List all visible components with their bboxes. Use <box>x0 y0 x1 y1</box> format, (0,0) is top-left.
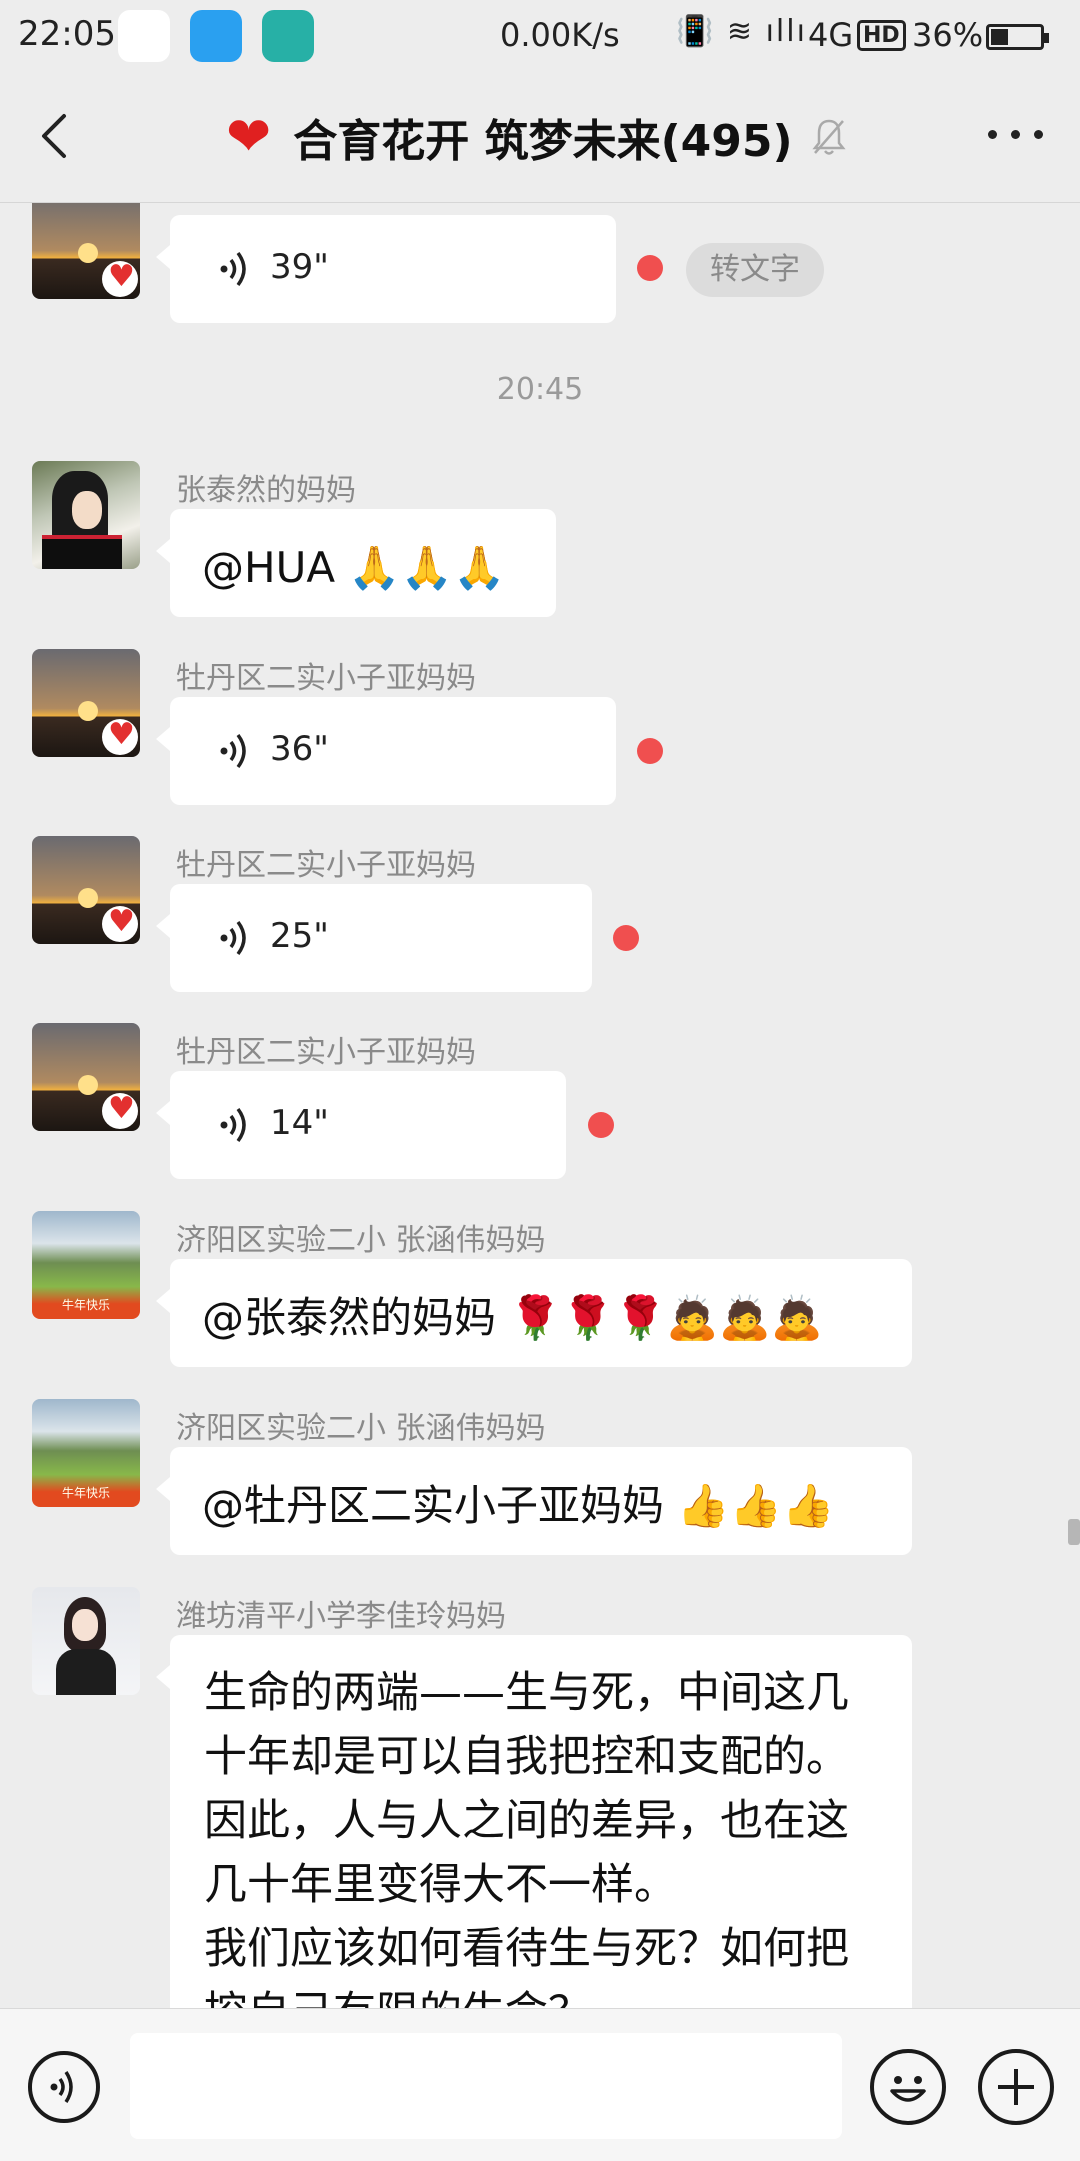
input-bar <box>0 2008 1080 2161</box>
emoji-button[interactable] <box>870 2049 946 2125</box>
network-type: 4G <box>808 16 854 54</box>
message-line: 十年却是可以自我把控和支配的。 <box>204 1732 849 1782</box>
more-options-icon[interactable] <box>986 124 1046 144</box>
timestamp: 20:45 <box>496 372 584 407</box>
voice-duration: 14" <box>270 1103 329 1143</box>
unread-dot <box>613 925 639 951</box>
message-line: 生命的两端——生与死，中间这几 <box>204 1668 849 1718</box>
convert-to-text-button[interactable]: 转文字 <box>686 243 824 297</box>
signal-icons: 📳 ≋ ıllı <box>676 14 807 49</box>
message-input[interactable] <box>130 2033 842 2139</box>
sender-name: 牡丹区二实小子亚妈妈 <box>176 661 476 696</box>
scanner-app-icon <box>262 10 314 62</box>
avatar[interactable]: 牛年快乐 <box>32 1399 140 1507</box>
battery-icon <box>986 24 1049 50</box>
sender-name: 济阳区实验二小 张涵伟妈妈 <box>176 1411 546 1446</box>
unread-dot <box>588 1112 614 1138</box>
avatar[interactable]: 牛年快乐 <box>32 1211 140 1319</box>
voice-duration: 25" <box>270 916 329 956</box>
heart-icon: ❤ <box>226 105 272 168</box>
voice-wave-icon <box>220 733 246 769</box>
avatar[interactable] <box>32 1587 140 1695</box>
network-speed: 0.00K/s <box>500 16 620 54</box>
sender-name: 潍坊清平小学李佳玲妈妈 <box>176 1599 506 1634</box>
avatar[interactable] <box>32 1023 140 1131</box>
title-wrap: ❤ 合育花开 筑梦未来(495) <box>226 102 847 172</box>
browser-app-icon <box>118 10 170 62</box>
text-message[interactable]: @张泰然的妈妈 🌹🌹🌹🙇🙇🙇 <box>156 1259 912 1367</box>
text-message[interactable]: 生命的两端——生与死，中间这几 十年却是可以自我把控和支配的。 因此，人与人之间… <box>156 1635 912 2008</box>
weather-app-icon <box>190 10 242 62</box>
voice-wave-icon <box>220 1107 246 1143</box>
sender-name: 牡丹区二实小子亚妈妈 <box>176 848 476 883</box>
avatar[interactable] <box>32 836 140 944</box>
message-line: 控自己有限的生命？ <box>204 1981 880 2008</box>
text-message[interactable]: @牡丹区二实小子亚妈妈 👍👍👍 <box>156 1447 912 1555</box>
avatar[interactable] <box>32 461 140 569</box>
text-message[interactable]: @HUA 🙏🙏🙏 <box>156 509 556 617</box>
message-list[interactable]: 39" 转文字 20:45 张泰然的妈妈 @HUA 🙏🙏🙏 牡丹区二实小子亚妈妈… <box>0 203 1080 2008</box>
unread-dot <box>637 255 663 281</box>
voice-duration: 36" <box>270 729 329 769</box>
voice-message[interactable]: 39" <box>156 215 616 323</box>
voice-duration: 39" <box>270 247 329 287</box>
group-title[interactable]: 合育花开 筑梦未来(495) <box>293 105 792 169</box>
avatar-caption: 牛年快乐 <box>61 1486 110 1500</box>
sender-name: 张泰然的妈妈 <box>176 473 356 508</box>
status-bar: 22:05 0.00K/s 📳 ≋ ıllı 4G HD 36% <box>0 0 1080 72</box>
scrollbar-thumb[interactable] <box>1068 1519 1080 1545</box>
message-line: 几十年里变得大不一样。 <box>204 1860 677 1910</box>
avatar[interactable] <box>32 203 140 299</box>
avatar[interactable] <box>32 649 140 757</box>
plus-icon <box>998 2069 1034 2105</box>
voice-wave-icon <box>50 2071 73 2103</box>
voice-message[interactable]: 14" <box>156 1071 566 1179</box>
more-actions-button[interactable] <box>978 2049 1054 2125</box>
status-time: 22:05 <box>18 14 116 54</box>
message-line: 因此，人与人之间的差异，也在这 <box>204 1796 849 1846</box>
battery-percent: 36% <box>912 16 984 54</box>
sender-name: 牡丹区二实小子亚妈妈 <box>176 1035 476 1070</box>
unread-dot <box>637 738 663 764</box>
avatar-caption: 牛年快乐 <box>61 1298 110 1312</box>
battery-level <box>991 29 1008 45</box>
voice-message[interactable]: 36" <box>156 697 616 805</box>
voice-wave-icon <box>220 920 246 956</box>
message-line: 我们应该如何看待生与死？如何把 <box>204 1924 849 1974</box>
voice-input-button[interactable] <box>28 2051 100 2123</box>
sender-name: 济阳区实验二小 张涵伟妈妈 <box>176 1223 546 1258</box>
voice-message[interactable]: 25" <box>156 884 592 992</box>
voice-wave-icon <box>220 251 246 287</box>
chat-header: ❤ 合育花开 筑梦未来(495) <box>0 72 1080 203</box>
hd-icon: HD <box>857 20 906 51</box>
smiley-icon <box>890 2076 926 2102</box>
back-arrow-icon[interactable] <box>34 110 78 162</box>
bell-muted-icon <box>812 119 846 155</box>
